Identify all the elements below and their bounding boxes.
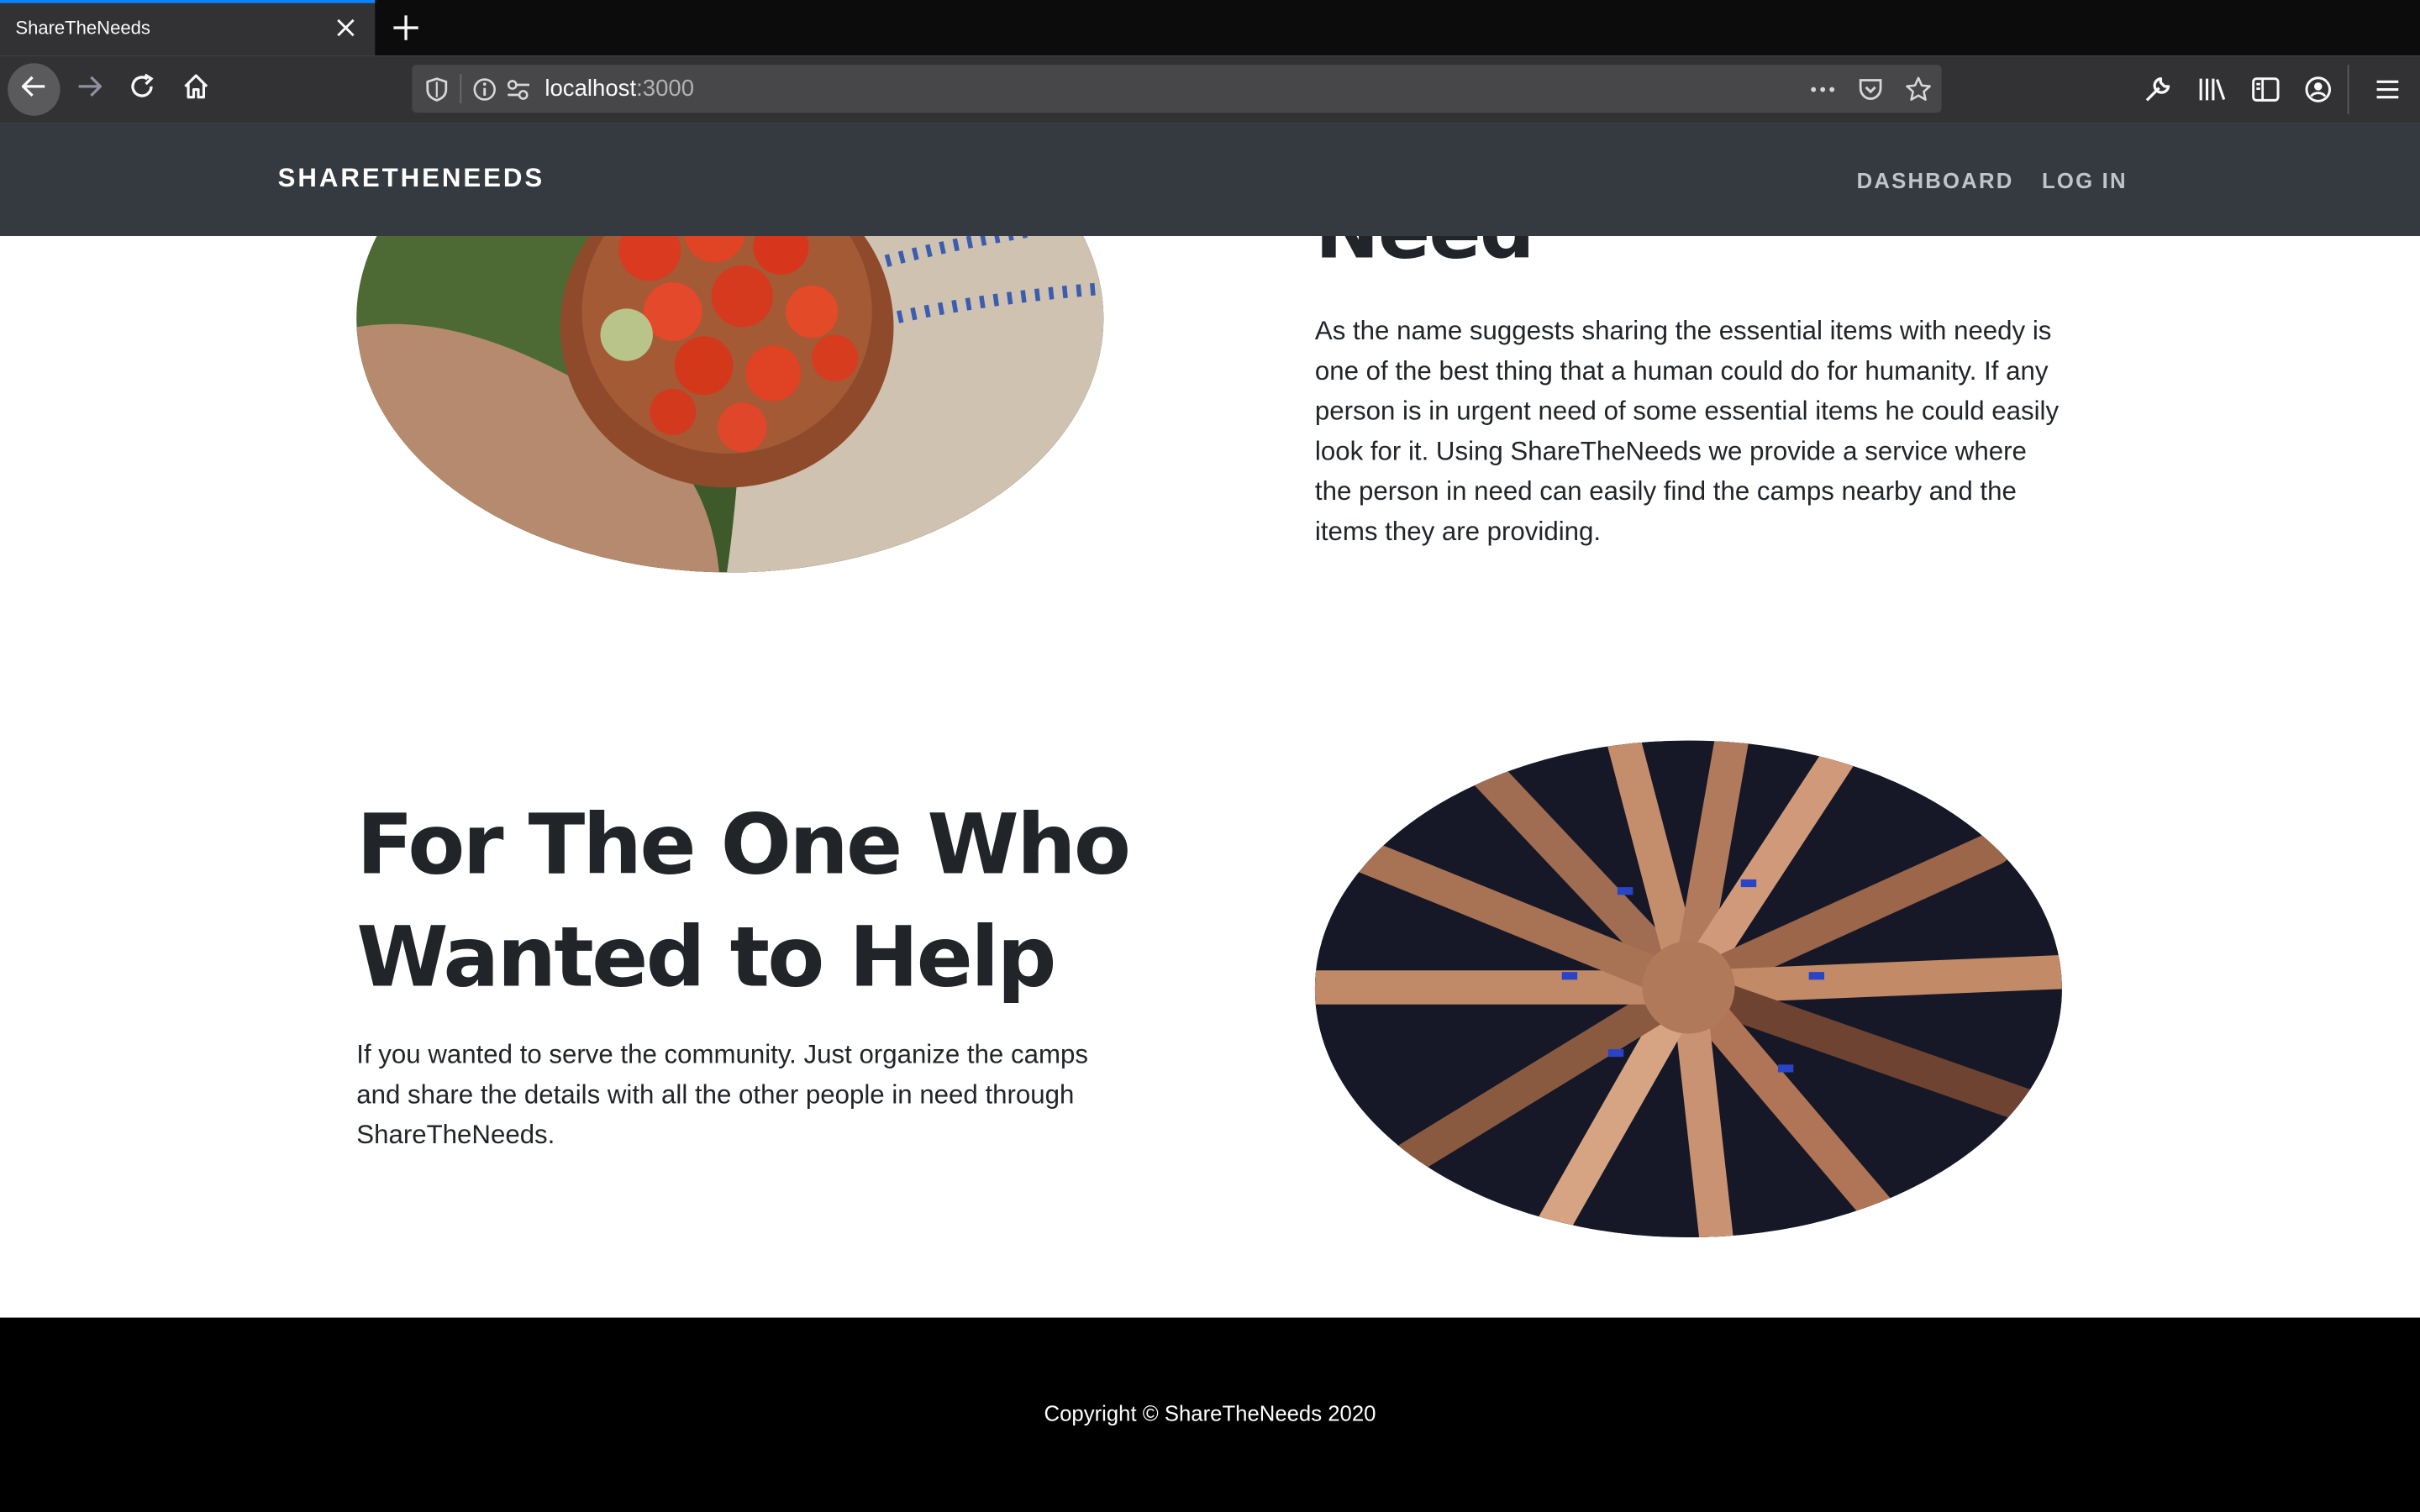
main-content: Need As the name suggests sharing the es… <box>0 236 2420 1318</box>
brand-link[interactable]: SHARETHENEEDS <box>278 164 545 195</box>
browser-window: ShareTheNeeds localhost:3000 SHARETHENEE… <box>0 0 2420 1512</box>
reload-button[interactable] <box>120 68 163 111</box>
browser-toolbar: localhost:3000 <box>0 55 2420 123</box>
copyright-text: Copyright © ShareTheNeeds 2020 <box>1044 1400 1376 1426</box>
tab-strip: ShareTheNeeds <box>0 0 2420 56</box>
url-host: localhost <box>544 76 637 102</box>
sidebar-icon[interactable] <box>2249 72 2282 106</box>
arrow-right-icon <box>74 71 105 109</box>
nav-dashboard-link[interactable]: DASHBOARD <box>1857 168 2014 192</box>
site-footer: Copyright © ShareTheNeeds 2020 <box>0 1317 2420 1512</box>
need-section-paragraph: As the name suggests sharing the essenti… <box>1314 316 2060 547</box>
info-icon[interactable] <box>469 74 500 105</box>
account-icon[interactable] <box>2302 72 2335 106</box>
hamburger-icon[interactable] <box>2370 72 2404 106</box>
tab-active-indicator <box>0 0 376 3</box>
pocket-icon[interactable] <box>1855 74 1886 105</box>
back-button[interactable] <box>8 63 60 116</box>
help-section-paragraph: If you wanted to serve the community. Ju… <box>356 1039 1088 1150</box>
wrench-icon[interactable] <box>2141 72 2175 106</box>
library-icon[interactable] <box>2195 72 2228 106</box>
need-section-heading: Need <box>1315 236 1535 276</box>
permissions-icon[interactable] <box>503 74 534 105</box>
home-icon <box>181 71 212 109</box>
url-separator <box>460 74 462 104</box>
arrow-left-icon <box>18 71 50 109</box>
close-icon[interactable] <box>330 13 361 44</box>
url-bar[interactable]: localhost:3000 <box>412 65 1942 113</box>
star-icon[interactable] <box>1903 74 1934 105</box>
nav-login-link[interactable]: LOG IN <box>2042 168 2128 192</box>
url-text[interactable]: localhost:3000 <box>544 76 694 102</box>
url-port: :3000 <box>636 76 695 102</box>
forward-button[interactable] <box>68 68 111 111</box>
more-icon[interactable] <box>1807 74 1839 105</box>
shield-icon[interactable] <box>421 74 452 105</box>
reload-icon <box>127 71 158 109</box>
united-hands-image <box>1314 740 2062 1238</box>
toolbar-separator <box>2347 65 2349 114</box>
plus-icon[interactable] <box>389 11 423 45</box>
tab-sharetheneeds[interactable]: ShareTheNeeds <box>0 0 376 56</box>
tab-title: ShareTheNeeds <box>15 17 150 39</box>
home-button[interactable] <box>175 68 218 111</box>
tomatoes-image <box>356 236 1104 573</box>
help-section-heading: For The One Who Wanted to Help <box>356 795 1131 1006</box>
site-navbar: SHARETHENEEDS DASHBOARD LOG IN <box>0 123 2420 237</box>
